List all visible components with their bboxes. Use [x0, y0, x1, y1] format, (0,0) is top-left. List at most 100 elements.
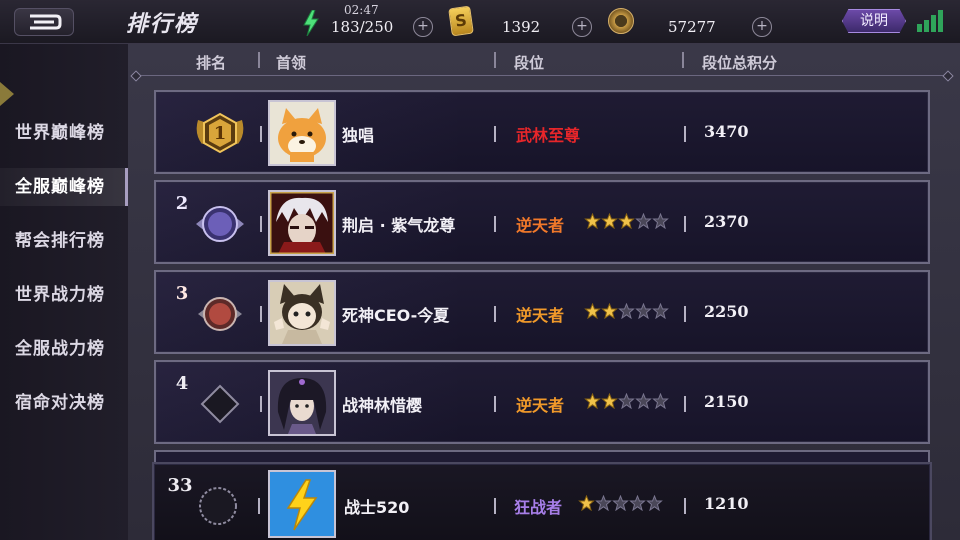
column-divider [494, 396, 496, 412]
score: 3470 [704, 122, 749, 141]
avatar [268, 370, 336, 436]
column-divider [260, 126, 262, 142]
star-filled-icon [601, 393, 618, 409]
player-name: 战神林惜樱 [342, 396, 423, 415]
star-empty-icon [618, 303, 635, 319]
header-divider [258, 52, 260, 68]
column-divider [494, 498, 496, 514]
table-row[interactable]: 4 战神林惜樱 逆天者 2150 [154, 360, 930, 444]
table-row[interactable]: 2 荆启 · 紫气龙尊 逆天者 2370 [154, 180, 930, 264]
add-gold-button[interactable]: + [752, 17, 772, 37]
shiba-avatar-icon [270, 102, 334, 164]
page-title: 排行榜 [126, 12, 199, 37]
star-empty-icon [635, 213, 652, 229]
column-divider [684, 216, 686, 232]
rank-number: 4 [175, 373, 189, 394]
star-empty-icon [652, 393, 669, 409]
player-name: 荆启 · 紫气龙尊 [342, 216, 456, 235]
header-divider [682, 52, 684, 68]
avatar [268, 100, 336, 166]
tier-stars [584, 393, 669, 409]
dark-hair-avatar-icon [270, 372, 334, 434]
star-empty-icon [652, 303, 669, 319]
avatar [268, 280, 336, 346]
tier-stars [578, 495, 663, 511]
sidebar-item-world-peak[interactable]: 世界巅峰榜 [0, 114, 128, 152]
column-divider [260, 396, 262, 412]
my-rank-row[interactable]: 33 战士520 狂战者 1210 [152, 462, 932, 540]
tier-label: 逆天者 [516, 216, 565, 235]
tier-label: 狂战者 [514, 498, 563, 517]
stamina-value: 183/250 [331, 18, 394, 36]
sidebar-item-server-power[interactable]: 全服战力榜 [0, 330, 128, 368]
player-name: 独唱 [342, 126, 375, 145]
score: 2370 [704, 212, 749, 231]
rank-number: 3 [175, 283, 189, 304]
score: 2150 [704, 392, 749, 411]
column-divider [684, 396, 686, 412]
score: 1210 [704, 494, 749, 513]
sidebar-item-server-peak[interactable]: 全服巅峰榜 [0, 168, 128, 206]
header-tier: 段位 [514, 54, 545, 72]
star-empty-icon [612, 495, 629, 511]
star-filled-icon [584, 393, 601, 409]
star-filled-icon [584, 303, 601, 319]
back-arrow-icon [30, 14, 62, 30]
s-coin-value: 1392 [502, 18, 541, 36]
help-button[interactable]: 说明 [842, 9, 906, 33]
sidebar-item-world-power[interactable]: 世界战力榜 [0, 276, 128, 314]
header-score: 段位总积分 [702, 54, 778, 72]
signal-icon [917, 10, 943, 32]
column-divider [494, 126, 496, 142]
star-empty-icon [595, 495, 612, 511]
header-leader: 首领 [276, 54, 307, 72]
table-row[interactable]: 1 独唱 武林至尊 3470 [154, 90, 930, 174]
star-empty-icon [646, 495, 663, 511]
header-rank: 排名 [196, 54, 227, 72]
top-bar: 排行榜 02:47 183/250 + S 1392 + 57277 + 说明 [0, 0, 960, 44]
column-divider [494, 216, 496, 232]
player-name: 死神CEO-今夏 [342, 306, 450, 325]
stamina-timer: 02:47 [344, 3, 379, 17]
table-row[interactable]: 3 死神CEO-今夏 逆天者 2250 [154, 270, 930, 354]
star-empty-icon [629, 495, 646, 511]
gold-coin-icon [608, 8, 634, 34]
rank-number: 2 [175, 193, 189, 214]
s-coin-icon: S [448, 5, 474, 37]
add-stamina-button[interactable]: + [413, 17, 433, 37]
avatar [268, 470, 336, 538]
sidebar: 世界巅峰榜 全服巅峰榜 帮会排行榜 世界战力榜 全服战力榜 宿命对决榜 [0, 44, 128, 540]
star-empty-icon [618, 393, 635, 409]
header-divider-line [136, 75, 948, 76]
sidebar-ornament-icon [0, 82, 14, 106]
star-filled-icon [601, 303, 618, 319]
white-hair-avatar-icon [270, 192, 334, 254]
star-empty-icon [652, 213, 669, 229]
star-filled-icon [618, 213, 635, 229]
tier-label: 逆天者 [516, 396, 565, 415]
column-divider [494, 306, 496, 322]
star-empty-icon [635, 393, 652, 409]
sidebar-item-fate-duel[interactable]: 宿命对决榜 [0, 384, 128, 422]
sidebar-item-guild-rank[interactable]: 帮会排行榜 [0, 222, 128, 260]
tier-stars [584, 303, 669, 319]
column-divider [260, 306, 262, 322]
column-divider [684, 306, 686, 322]
back-button[interactable] [14, 8, 74, 36]
column-divider [684, 498, 686, 514]
star-filled-icon [584, 213, 601, 229]
cat-ears-avatar-icon [270, 282, 334, 344]
ranking-panel: 排名 首领 段位 段位总积分 1 独唱 武林至尊 3470 2 荆启 · 紫气龙… [128, 44, 960, 540]
rank-number: 1 [213, 123, 227, 144]
stamina-lightning-icon [303, 10, 319, 36]
gold-value: 57277 [668, 18, 716, 36]
avatar [268, 190, 336, 256]
player-name: 战士520 [344, 498, 410, 517]
score: 2250 [704, 302, 749, 321]
add-s-coin-button[interactable]: + [572, 17, 592, 37]
star-empty-icon [635, 303, 652, 319]
tier-label: 逆天者 [516, 306, 565, 325]
star-filled-icon [601, 213, 618, 229]
table-header: 排名 首领 段位 段位总积分 [128, 44, 960, 78]
column-divider [260, 216, 262, 232]
